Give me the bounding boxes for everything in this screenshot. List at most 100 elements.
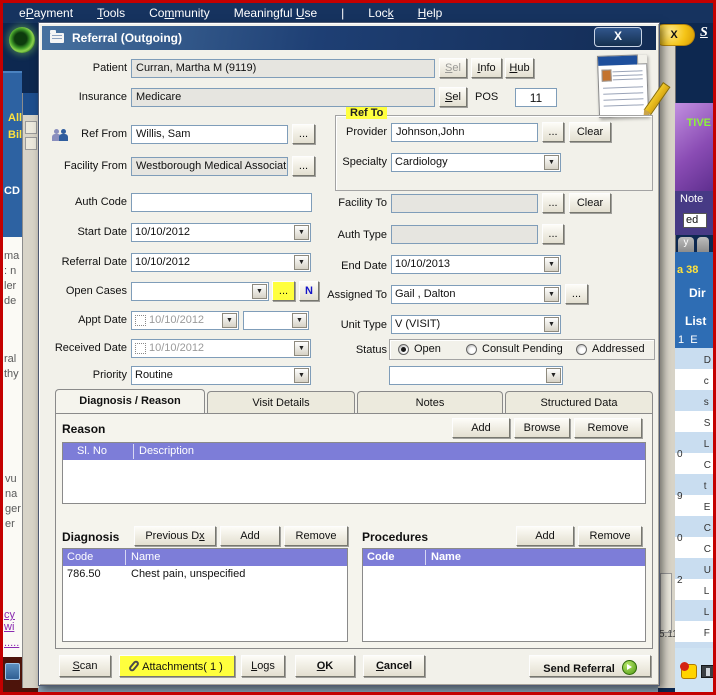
cancel-button[interactable]: Cancel: [363, 655, 425, 677]
bg-scroll-button[interactable]: [25, 121, 37, 134]
ok-button[interactable]: OK: [295, 655, 355, 677]
progress-note-thumbnail[interactable]: [592, 53, 671, 119]
chevron-down-icon[interactable]: [544, 257, 559, 272]
assigned-to-lookup-button[interactable]: ...: [565, 284, 588, 304]
menu-item-meaningful-use[interactable]: Meaningful Use: [234, 6, 317, 20]
menu-item-community[interactable]: Community: [149, 6, 210, 20]
specialty-combo[interactable]: Cardiology: [391, 153, 561, 172]
end-date-combo[interactable]: 10/10/2013: [391, 255, 561, 274]
bg-ed-field[interactable]: ed: [683, 213, 707, 228]
tab-structured-data[interactable]: Structured Data: [505, 391, 653, 413]
received-date-combo[interactable]: 10/10/2012: [131, 339, 311, 358]
chevron-down-icon[interactable]: [294, 341, 309, 356]
reason-add-button[interactable]: Add: [452, 418, 510, 438]
send-referral-button[interactable]: Send Referral: [529, 655, 651, 677]
assigned-to-combo[interactable]: Gail , Dalton: [391, 285, 561, 304]
menu-item-lock[interactable]: Lock: [368, 6, 393, 20]
bg-app-icon[interactable]: [680, 662, 697, 679]
reason-table[interactable]: Sl. No Description: [62, 442, 646, 504]
procedures-table[interactable]: Code Name: [362, 548, 646, 642]
insurance-sel-button[interactable]: Sel: [439, 87, 467, 107]
chevron-down-icon[interactable]: [294, 368, 309, 383]
open-cases-lookup-button[interactable]: ...: [272, 281, 295, 301]
received-date-checkbox[interactable]: [135, 343, 146, 354]
provider-lookup-button[interactable]: ...: [542, 122, 564, 142]
insurance-field[interactable]: Medicare: [131, 88, 435, 107]
attachments-button[interactable]: Attachments( 1 ): [119, 655, 235, 677]
procedures-remove-button[interactable]: Remove: [578, 526, 642, 546]
logs-button[interactable]: Logs: [241, 655, 285, 677]
ref-from-lookup-button[interactable]: ...: [292, 124, 315, 144]
chevron-down-icon[interactable]: [252, 284, 267, 299]
chevron-down-icon[interactable]: [292, 313, 307, 328]
chevron-down-icon[interactable]: [546, 368, 561, 383]
patient-info-button[interactable]: Info: [471, 58, 502, 78]
tab-visit-details[interactable]: Visit Details: [207, 391, 355, 413]
menu-item-epayment[interactable]: ePayment: [19, 6, 73, 20]
priority-combo[interactable]: Routine: [131, 366, 311, 385]
auth-type-field[interactable]: [391, 225, 538, 244]
tab-notes[interactable]: Notes: [357, 391, 503, 413]
background-s-link[interactable]: S: [700, 25, 708, 41]
diagnosis-add-button[interactable]: Add: [220, 526, 280, 546]
scan-button[interactable]: Scan: [59, 655, 111, 677]
bg-button[interactable]: [5, 663, 20, 680]
chevron-down-icon[interactable]: [544, 155, 559, 170]
diagnosis-table[interactable]: Code Name 786.50 Chest pain, unspecified: [62, 548, 348, 642]
appt-date-checkbox[interactable]: [135, 315, 146, 326]
open-cases-n-button[interactable]: N: [299, 281, 319, 301]
reason-remove-button[interactable]: Remove: [574, 418, 642, 438]
procedures-add-button[interactable]: Add: [516, 526, 574, 546]
status-open-radio[interactable]: [398, 344, 409, 355]
provider-clear-button[interactable]: Clear: [569, 122, 611, 142]
facility-from-lookup-button[interactable]: ...: [292, 156, 315, 176]
chevron-down-icon[interactable]: [294, 225, 309, 240]
status-detail-combo[interactable]: [389, 366, 563, 385]
reason-browse-button[interactable]: Browse: [514, 418, 570, 438]
facility-to-field[interactable]: [391, 194, 538, 213]
chevron-down-icon[interactable]: [294, 255, 309, 270]
bg-scrollbar[interactable]: [660, 573, 672, 633]
status-addressed-radio[interactable]: [576, 344, 587, 355]
status-consult-pending-radio[interactable]: [466, 344, 477, 355]
menu-item-tools[interactable]: Tools: [97, 6, 125, 20]
progress-note-photo: [601, 69, 612, 82]
patient-sel-button[interactable]: Sel: [439, 58, 467, 78]
appt-time-combo[interactable]: [243, 311, 309, 330]
app-logo-icon: [9, 27, 35, 53]
bg-text-fragment: vu na ger er: [5, 473, 21, 530]
bg-tab[interactable]: y: [678, 237, 694, 252]
open-cases-combo[interactable]: [131, 282, 269, 301]
ref-from-field[interactable]: Willis, Sam: [131, 125, 288, 144]
bg-tab[interactable]: [697, 237, 709, 252]
close-button[interactable]: X: [594, 27, 642, 47]
facility-to-clear-button[interactable]: Clear: [569, 193, 611, 213]
bg-scroll-button[interactable]: [25, 137, 37, 150]
menu-item-help[interactable]: Help: [418, 6, 443, 20]
chevron-down-icon[interactable]: [544, 317, 559, 332]
patient-hub-button[interactable]: Hub: [505, 58, 534, 78]
pos-field[interactable]: 11: [515, 88, 557, 107]
appt-date-combo[interactable]: 10/10/2012: [131, 311, 239, 330]
chevron-down-icon[interactable]: [544, 287, 559, 302]
diagnosis-remove-button[interactable]: Remove: [284, 526, 348, 546]
unit-type-combo[interactable]: V (VISIT): [391, 315, 561, 334]
auth-type-lookup-button[interactable]: ...: [542, 224, 564, 244]
patient-field[interactable]: Curran, Martha M (9119): [131, 59, 435, 78]
auth-code-field[interactable]: [131, 193, 312, 212]
chevron-down-icon[interactable]: [222, 313, 237, 328]
bg-app-icon[interactable]: [701, 665, 713, 678]
dialog-titlebar[interactable]: Referral (Outgoing) X: [42, 26, 656, 50]
previous-dx-button[interactable]: Previous Dx: [134, 526, 216, 546]
pos-label: POS: [475, 91, 499, 103]
provider-field[interactable]: Johnson,John: [391, 123, 538, 142]
referral-date-combo[interactable]: 10/10/2012: [131, 253, 311, 272]
bg-list-fragments: D c s S L C t E C C U L L F: [703, 355, 711, 639]
facility-from-field[interactable]: Westborough Medical Associat: [131, 157, 288, 176]
bg-link[interactable]: cy wi: [4, 609, 22, 633]
facility-to-lookup-button[interactable]: ...: [542, 193, 564, 213]
table-row[interactable]: 786.50 Chest pain, unspecified: [63, 566, 347, 582]
start-date-combo[interactable]: 10/10/2012: [131, 223, 311, 242]
tab-diagnosis-reason[interactable]: Diagnosis / Reason: [55, 389, 205, 413]
bg-link[interactable]: .....: [4, 637, 19, 649]
